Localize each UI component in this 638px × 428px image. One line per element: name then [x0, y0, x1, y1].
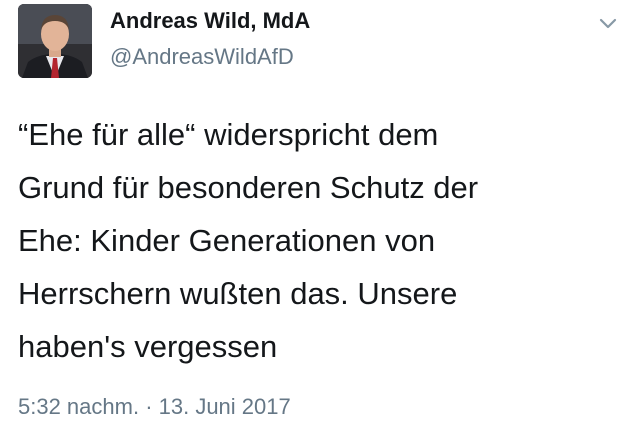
tweet-text-line: Grund für besonderen Schutz der	[18, 170, 479, 205]
chevron-down-icon[interactable]	[596, 14, 620, 34]
tweet-text: “Ehe für alle“ widerspricht dem Grund fü…	[18, 108, 618, 373]
tweet-card: Andreas Wild, MdA @AndreasWildAfD “Ehe f…	[0, 0, 638, 428]
author-display-name[interactable]: Andreas Wild, MdA	[110, 8, 310, 34]
tweet-timestamp[interactable]: 5:32 nachm. · 13. Juni 2017	[18, 394, 291, 420]
author-handle[interactable]: @AndreasWildAfD	[110, 44, 294, 70]
avatar-photo-icon	[18, 4, 92, 78]
avatar[interactable]	[18, 4, 92, 78]
tweet-text-line: haben's vergessen	[18, 329, 278, 364]
tweet-text-line: Ehe: Kinder Generationen von	[18, 223, 436, 258]
tweet-text-line: Herrschern wußten das. Unsere	[18, 276, 458, 311]
tweet-text-line: “Ehe für alle“ widerspricht dem	[18, 117, 439, 152]
